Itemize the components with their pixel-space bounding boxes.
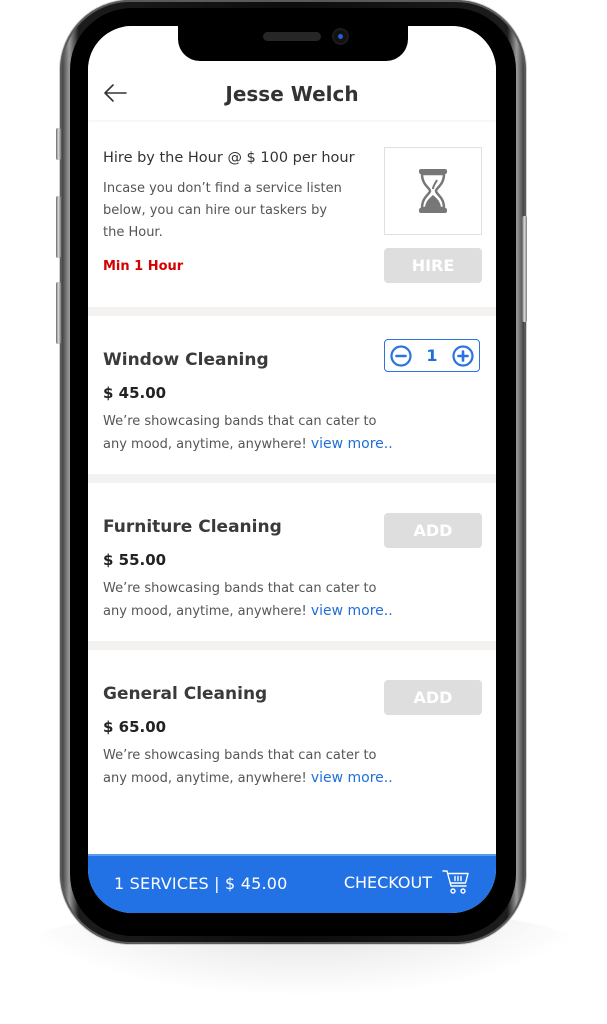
content-list: Hire by the Hour @ $ 100 per hour Incase… [88, 122, 496, 808]
view-more-link[interactable]: view more.. [311, 603, 393, 619]
speaker-grille [263, 32, 321, 41]
service-name: Window Cleaning [103, 350, 269, 370]
page-title: Jesse Welch [225, 82, 359, 106]
app-screen: Jesse Welch Hire by the Hour @ $ 100 per… [88, 26, 496, 913]
checkout-bar: 1 SERVICES | $ 45.00 CHECKOUT [88, 854, 496, 913]
service-description: We’re showcasing bands that can cater to… [103, 411, 393, 456]
service-description: We’re showcasing bands that can cater to… [103, 745, 393, 790]
hire-title: Hire by the Hour @ $ 100 per hour [103, 150, 355, 166]
quantity-stepper: 1 [384, 339, 480, 372]
service-item-window-cleaning: Window Cleaning $ 45.00 We’re showcasing… [88, 316, 496, 474]
volume-down-button [56, 282, 61, 344]
quantity-value: 1 [426, 346, 438, 365]
section-divider [88, 641, 496, 650]
min-hour-label: Min 1 Hour [103, 259, 184, 274]
view-more-link[interactable]: view more.. [311, 436, 393, 452]
hourglass-image-box [384, 147, 482, 235]
plus-circle-icon[interactable] [452, 344, 474, 367]
cart-icon [442, 870, 469, 894]
cart-summary: 1 SERVICES | $ 45.00 [114, 874, 288, 893]
minus-circle-icon[interactable] [390, 344, 412, 367]
service-name: Furniture Cleaning [103, 517, 282, 537]
checkout-button[interactable]: CHECKOUT [344, 868, 470, 896]
service-name: General Cleaning [103, 684, 268, 704]
power-button [522, 216, 527, 322]
notch [178, 24, 408, 61]
service-price: $ 65.00 [103, 718, 167, 736]
view-more-link[interactable]: view more.. [311, 770, 393, 786]
section-divider [88, 307, 496, 316]
hire-by-hour-card: Hire by the Hour @ $ 100 per hour Incase… [88, 122, 496, 307]
add-button[interactable]: ADD [384, 680, 482, 715]
silent-switch [56, 128, 61, 160]
service-price: $ 45.00 [103, 384, 167, 402]
hire-button[interactable]: HIRE [384, 248, 482, 283]
service-item-general-cleaning: General Cleaning $ 65.00 We’re showcasin… [88, 650, 496, 808]
service-price: $ 55.00 [103, 551, 167, 569]
hire-description: Incase you don’t find a service listen b… [103, 181, 342, 240]
front-camera [334, 30, 347, 43]
section-divider [88, 474, 496, 483]
checkout-label: CHECKOUT [343, 872, 432, 892]
service-item-furniture-cleaning: Furniture Cleaning $ 55.00 We’re showcas… [88, 483, 496, 641]
service-description: We’re showcasing bands that can cater to… [103, 578, 393, 623]
add-button[interactable]: ADD [384, 513, 482, 548]
hourglass-icon [419, 169, 447, 213]
volume-up-button [56, 196, 61, 258]
